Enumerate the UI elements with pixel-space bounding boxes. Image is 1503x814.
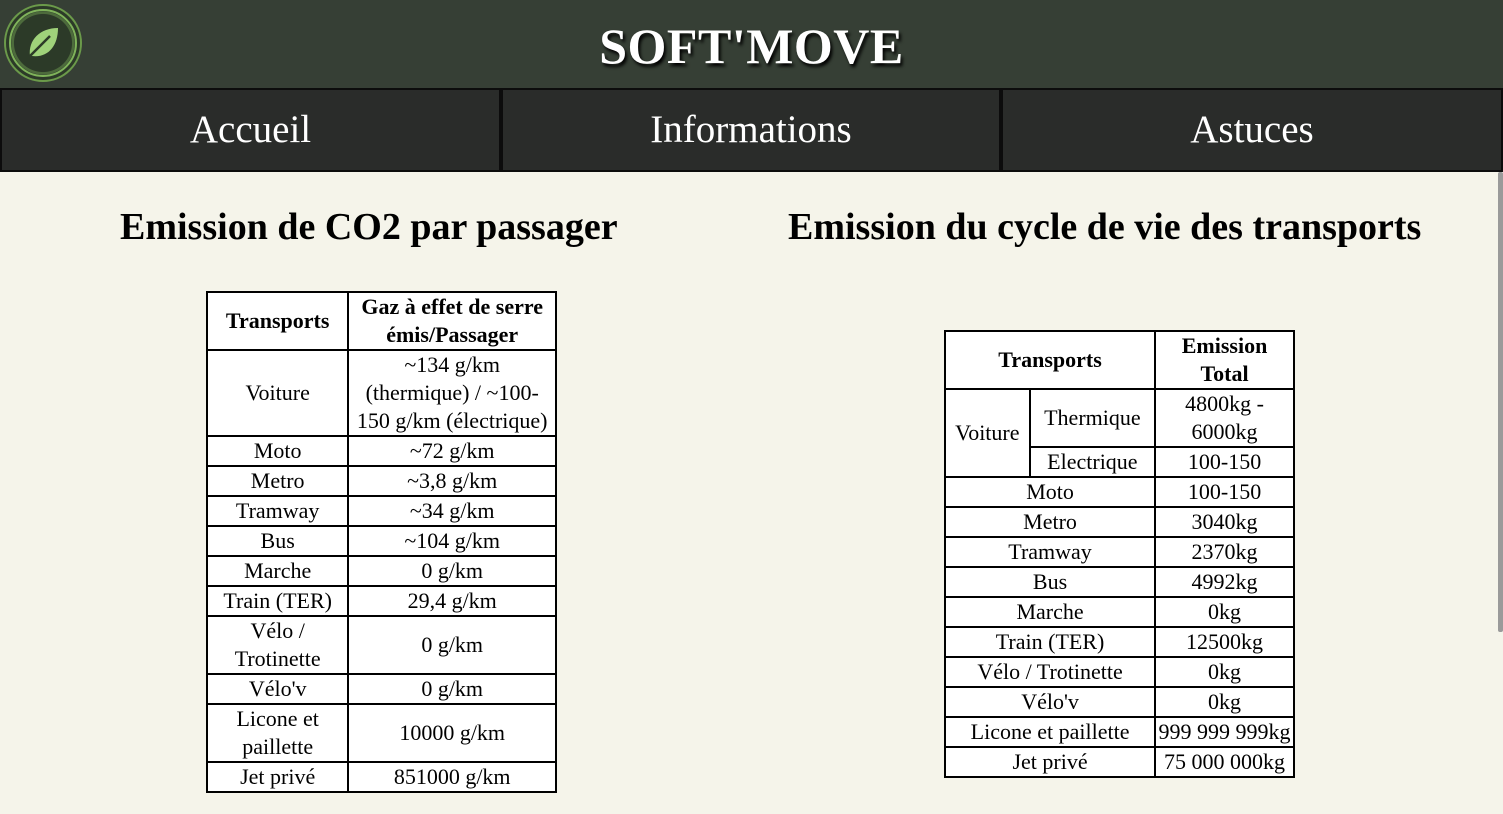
table-row: Tramway ~34 g/km <box>205 495 557 527</box>
table-row: Voiture ~134 g/km (thermique) / ~100-150… <box>205 349 557 437</box>
transport-cell: Bus <box>943 566 1157 598</box>
emission-cell: ~3,8 g/km <box>347 465 557 497</box>
emission-cell: 2370kg <box>1154 536 1295 568</box>
transport-cell: Voiture <box>205 349 350 437</box>
transport-cell: Licone et paillette <box>205 703 350 763</box>
table-row: Voiture Thermique 4800kg - 6000kg <box>944 388 1295 478</box>
section-title-co2-passager: Emission de CO2 par passager <box>120 206 618 248</box>
emission-cell: 10000 g/km <box>347 703 557 763</box>
table-row: Vélo / Trotinette 0kg <box>943 656 1295 688</box>
transport-cell: Bus <box>205 525 350 557</box>
transport-cell: Licone et paillette <box>943 716 1157 748</box>
transport-cell: Vélo / Trotinette <box>943 656 1157 688</box>
emission-cell: 0 g/km <box>347 615 557 675</box>
emission-cell: 4992kg <box>1154 566 1295 598</box>
main-nav: Accueil Informations Astuces <box>0 88 1503 172</box>
emission-cell: 3040kg <box>1154 506 1295 538</box>
table-row: Jet privé 75 000 000kg <box>943 746 1295 778</box>
emission-cell: 75 000 000kg <box>1154 746 1295 778</box>
transport-cell: Marche <box>205 555 350 587</box>
emission-cell: ~72 g/km <box>347 435 557 467</box>
emission-cell: 0 g/km <box>347 555 557 587</box>
site-header: SOFT'MOVE <box>0 0 1503 88</box>
column-header-gaz: Gaz à effet de serre émis/Passager <box>347 291 557 351</box>
transport-cell: Vélo / Trotinette <box>205 615 350 675</box>
co2-passenger-table: Transports Gaz à effet de serre émis/Pas… <box>205 291 557 793</box>
table-row: Vélo'v 0kg <box>943 686 1295 718</box>
emission-cell: ~34 g/km <box>347 495 557 527</box>
table-row: Licone et paillette 10000 g/km <box>205 703 557 763</box>
column-header-emission-total: Emission Total <box>1154 330 1295 390</box>
emission-cell: 12500kg <box>1154 626 1295 658</box>
column-header-transports: Transports <box>943 330 1157 390</box>
emission-cell: 0 g/km <box>347 673 557 705</box>
emission-cell: 0kg <box>1154 686 1295 718</box>
transport-cell: Metro <box>943 506 1157 538</box>
table-row: Tramway 2370kg <box>943 536 1295 568</box>
table-row: Moto ~72 g/km <box>205 435 557 467</box>
table-row: Marche 0kg <box>943 596 1295 628</box>
emission-cell: 999 999 999kg <box>1154 716 1295 748</box>
nav-informations[interactable]: Informations <box>501 88 1001 172</box>
transport-cell: Marche <box>943 596 1157 628</box>
nav-accueil[interactable]: Accueil <box>0 88 501 172</box>
transport-cell: Metro <box>205 465 350 497</box>
nav-astuces[interactable]: Astuces <box>1001 88 1503 172</box>
transport-cell: Tramway <box>943 536 1157 568</box>
table-row: Marche 0 g/km <box>205 555 557 587</box>
table-row: Vélo'v 0 g/km <box>205 673 557 705</box>
table-row: Train (TER) 29,4 g/km <box>205 585 557 617</box>
table-row: Licone et paillette 999 999 999kg <box>943 716 1295 748</box>
subtype-cell: Electrique <box>1028 446 1157 478</box>
transport-cell: Jet privé <box>205 761 350 793</box>
lifecycle-emission-table: Transports Emission Total Voiture Thermi… <box>943 330 1295 778</box>
table-row: Vélo / Trotinette 0 g/km <box>205 615 557 675</box>
column-header-transports: Transports <box>205 291 350 351</box>
transport-cell: Jet privé <box>943 746 1157 778</box>
emission-cell: ~134 g/km (thermique) / ~100-150 g/km (é… <box>347 349 557 437</box>
page-scrollbar[interactable] <box>1498 172 1503 632</box>
table-row: Metro 3040kg <box>943 506 1295 538</box>
table-row: Train (TER) 12500kg <box>943 626 1295 658</box>
site-title: SOFT'MOVE <box>599 18 904 74</box>
transport-cell: Moto <box>943 476 1157 508</box>
table-row: Jet privé 851000 g/km <box>205 761 557 793</box>
emission-cell: 0kg <box>1154 596 1295 628</box>
emission-cell: 4800kg - 6000kg <box>1154 388 1295 448</box>
transport-cell-voiture: Voiture <box>944 388 1031 478</box>
emission-cell: ~104 g/km <box>347 525 557 557</box>
section-title-cycle-vie: Emission du cycle de vie des transports <box>788 206 1422 248</box>
transport-cell: Train (TER) <box>205 585 350 617</box>
transport-cell: Vélo'v <box>943 686 1157 718</box>
emission-cell: 100-150 <box>1154 446 1295 478</box>
transport-cell: Vélo'v <box>205 673 350 705</box>
transport-cell: Train (TER) <box>943 626 1157 658</box>
table-row: Bus ~104 g/km <box>205 525 557 557</box>
table-row: Moto 100-150 <box>943 476 1295 508</box>
emission-cell: 100-150 <box>1154 476 1295 508</box>
table-row: Bus 4992kg <box>943 566 1295 598</box>
table-row: Metro ~3,8 g/km <box>205 465 557 497</box>
emission-cell: 0kg <box>1154 656 1295 688</box>
emission-cell: 851000 g/km <box>347 761 557 793</box>
transport-cell: Tramway <box>205 495 350 527</box>
emission-cell: 29,4 g/km <box>347 585 557 617</box>
table-header-row: Transports Emission Total <box>943 330 1295 390</box>
transport-cell: Moto <box>205 435 350 467</box>
table-header-row: Transports Gaz à effet de serre émis/Pas… <box>205 291 557 351</box>
subtype-cell: Thermique <box>1028 388 1157 448</box>
